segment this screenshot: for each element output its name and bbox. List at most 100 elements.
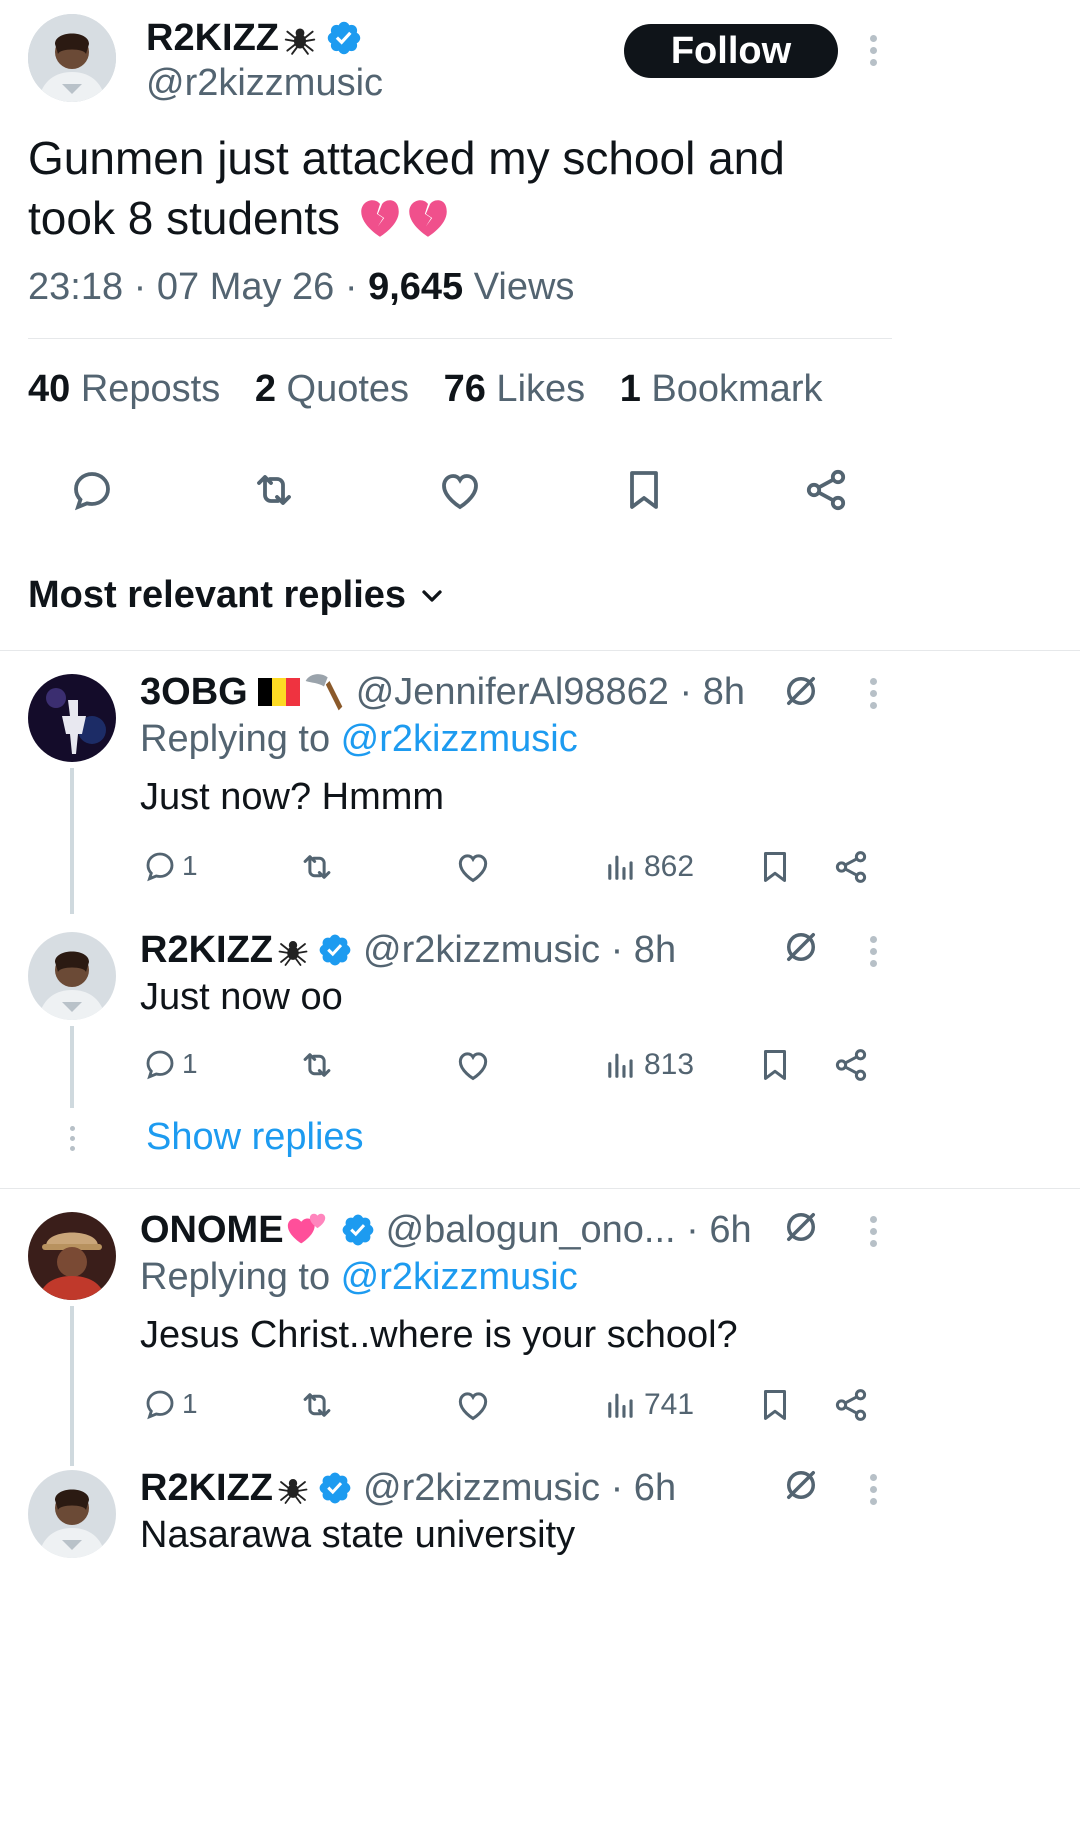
views-button[interactable]: 813 [604, 1048, 694, 1082]
repost-icon[interactable] [298, 1046, 336, 1089]
reply-icon [142, 848, 178, 884]
thread-line [70, 1306, 74, 1466]
spider-emoji-icon [275, 932, 311, 968]
spider-emoji-icon [275, 1470, 311, 1506]
grok-icon[interactable] [780, 1206, 822, 1248]
engagement-stats: 40 Reposts 2 Quotes 76 Likes 1 Bookmark [28, 368, 822, 411]
repost-icon[interactable] [298, 1386, 336, 1429]
thread-line [70, 1026, 74, 1108]
like-icon[interactable] [436, 466, 484, 514]
reply-avatar[interactable] [28, 674, 116, 762]
views-label: Views [463, 266, 575, 308]
views-count: 741 [644, 1388, 695, 1421]
replying-to-link[interactable]: @r2kizzmusic [341, 1256, 578, 1298]
reposts-stat[interactable]: 40 Reposts [28, 368, 220, 410]
views-count: 813 [644, 1048, 695, 1081]
reply-header[interactable]: R2KIZZ @r2kizzmusic · 8h [140, 926, 676, 974]
reply-avatar[interactable] [28, 932, 116, 1020]
views-icon [604, 1388, 638, 1422]
reply-handle-time: @r2kizzmusic · 6h [363, 1466, 677, 1509]
likes-stat[interactable]: 76 Likes [444, 368, 586, 410]
replies-sort-label: Most relevant replies [28, 574, 407, 616]
author-name-row[interactable]: R2KIZZ [146, 14, 363, 62]
reply-icon[interactable] [68, 466, 116, 514]
more-options-icon[interactable] [868, 678, 878, 714]
divider [0, 650, 1080, 651]
reply-action-bar: 1 741 [140, 1384, 880, 1424]
like-icon[interactable] [454, 848, 492, 891]
more-options-icon[interactable] [868, 936, 878, 972]
reply-author-name: R2KIZZ [140, 928, 273, 971]
like-icon[interactable] [454, 1046, 492, 1089]
author-avatar[interactable] [28, 14, 116, 102]
author-handle[interactable]: @r2kizzmusic [146, 62, 383, 105]
reply-avatar[interactable] [28, 1470, 116, 1558]
bookmark-icon[interactable] [620, 466, 668, 514]
share-icon[interactable] [832, 1386, 870, 1429]
author-name: R2KIZZ [146, 16, 279, 59]
reply-action-bar: 1 862 [140, 846, 880, 886]
reply-text: Just now oo [140, 976, 343, 1018]
share-icon[interactable] [832, 1046, 870, 1089]
repost-icon[interactable] [298, 848, 336, 891]
belgium-flag-icon [258, 678, 300, 706]
divider [28, 338, 892, 339]
divider [0, 1188, 1080, 1189]
reply-author-name: 3OBG [140, 670, 248, 713]
share-icon[interactable] [832, 848, 870, 891]
chevron-down-icon [416, 580, 448, 612]
reply-avatar[interactable] [28, 1212, 116, 1300]
reply-button[interactable]: 1 [142, 848, 198, 884]
views-button[interactable]: 862 [604, 850, 694, 884]
reply-header[interactable]: ONOME @balogun_ono... · 6h [140, 1206, 752, 1254]
like-icon[interactable] [454, 1386, 492, 1429]
bookmark-icon[interactable] [756, 1046, 794, 1089]
views-button[interactable]: 741 [604, 1388, 694, 1422]
replying-to: Replying to @r2kizzmusic [140, 718, 578, 760]
reply-action-bar: 1 813 [140, 1044, 880, 1084]
show-replies-link[interactable]: Show replies [146, 1116, 364, 1159]
reply-handle-time: @r2kizzmusic · 8h [363, 928, 677, 971]
views-count: 862 [644, 850, 695, 883]
reply-text: Just now? Hmmm [140, 776, 445, 818]
reply-icon [142, 1046, 178, 1082]
verified-badge-icon [317, 932, 353, 968]
reply-button[interactable]: 1 [142, 1046, 198, 1082]
more-options-icon[interactable] [868, 1474, 878, 1510]
bookmark-icon[interactable] [756, 848, 794, 891]
views-icon [604, 1048, 638, 1082]
verified-badge-icon [325, 19, 363, 57]
tweet-meta: 23:18 · 07 May 26 · 9,645 Views [28, 266, 574, 309]
reply-author-name: R2KIZZ [140, 1466, 273, 1509]
reply-header[interactable]: 3OBG @JenniferAl98862 · 8h [140, 668, 745, 716]
grok-icon[interactable] [780, 1464, 822, 1506]
reply-text: Nasarawa state university [140, 1514, 576, 1556]
two-hearts-emoji-icon [284, 1207, 330, 1253]
reply-icon [142, 1386, 178, 1422]
follow-button[interactable]: Follow [624, 24, 838, 78]
verified-badge-icon [340, 1212, 376, 1248]
collapsed-thread-dots [67, 1126, 77, 1156]
grok-icon[interactable] [780, 670, 822, 712]
bookmark-icon[interactable] [756, 1386, 794, 1429]
reply-button[interactable]: 1 [142, 1386, 198, 1422]
bookmarks-stat[interactable]: 1 Bookmark [620, 368, 823, 410]
reply-handle-time: @balogun_ono... · 6h [385, 1208, 752, 1251]
replying-to-link[interactable]: @r2kizzmusic [341, 718, 578, 760]
verified-badge-icon [317, 1470, 353, 1506]
reply-header[interactable]: R2KIZZ @r2kizzmusic · 6h [140, 1464, 676, 1512]
reply-count: 1 [182, 1388, 198, 1419]
replies-sort-dropdown[interactable]: Most relevant replies [28, 574, 448, 617]
share-icon[interactable] [802, 466, 850, 514]
grok-icon[interactable] [780, 926, 822, 968]
tweet-text: Gunmen just attacked my school and took … [28, 128, 785, 248]
quotes-stat[interactable]: 2 Quotes [255, 368, 409, 410]
more-options-icon[interactable] [868, 1216, 878, 1252]
more-options-icon[interactable] [868, 35, 878, 71]
tweet-timestamp[interactable]: 23:18 · 07 May 26 · [28, 266, 368, 308]
reply-count: 1 [182, 1048, 198, 1079]
repost-icon[interactable] [250, 466, 298, 514]
tweet-text-line-1: Gunmen just attacked my school and [28, 132, 785, 184]
reply-author-name: ONOME [140, 1208, 284, 1251]
reply-count: 1 [182, 850, 198, 881]
